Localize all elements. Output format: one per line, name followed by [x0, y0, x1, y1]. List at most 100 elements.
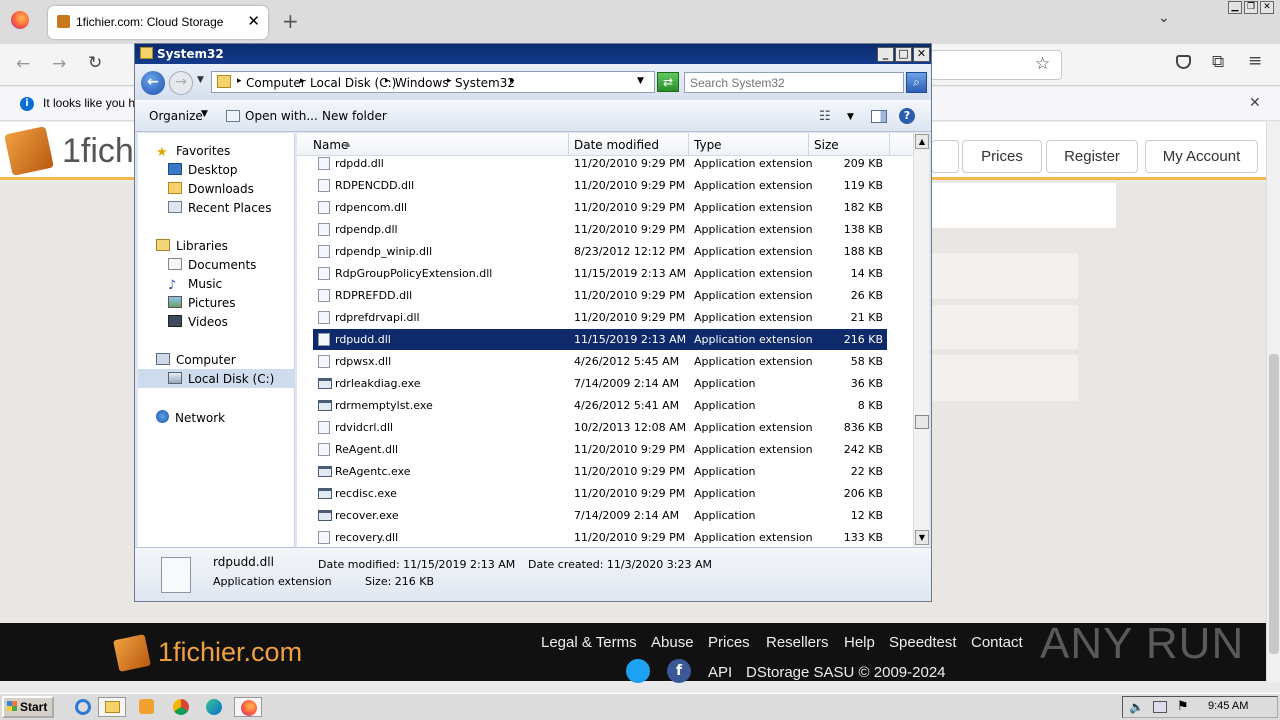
nav-local-disk[interactable]: Local Disk (C:) [168, 372, 274, 386]
nav-music[interactable]: ♪ Music [168, 277, 222, 292]
search-input[interactable] [684, 72, 904, 93]
file-row[interactable]: recover.exe 7/14/2009 2:14 AM Application 1… [313, 505, 887, 526]
media-player-icon[interactable] [133, 697, 161, 717]
column-header-name[interactable]: Name [313, 138, 348, 152]
nav-documents[interactable]: Documents [168, 258, 256, 272]
nav-libraries[interactable]: Libraries [156, 239, 228, 253]
explorer-title-bar[interactable]: System32 _ □ ✕ [135, 44, 931, 64]
file-row[interactable]: rdpdd.dll 11/20/2010 9:29 PM Application e… [313, 156, 887, 174]
explorer-taskbar-icon[interactable] [98, 697, 126, 717]
breadcrumb-windows[interactable]: Windows [395, 76, 449, 90]
taskbar-clock[interactable]: 9:45 AM [1208, 700, 1248, 712]
address-dropdown-icon[interactable]: ▼ [637, 76, 644, 86]
twitter-icon[interactable] [626, 659, 650, 683]
new-tab-icon[interactable]: + [282, 9, 299, 33]
preview-pane-icon[interactable] [871, 110, 887, 123]
organize-button[interactable]: Organize [149, 109, 203, 123]
breadcrumb-separator-icon[interactable]: ▸ [385, 76, 390, 86]
footer-link-legal[interactable]: Legal & Terms [541, 634, 637, 651]
search-icon[interactable]: ⌕ [906, 72, 927, 93]
edge-icon[interactable] [200, 697, 228, 717]
file-row[interactable]: rdprefdrvapi.dll 11/20/2010 9:29 PM Applic… [313, 307, 887, 328]
nav-recent-places[interactable]: Recent Places [168, 201, 271, 215]
nav-prices-button[interactable]: Prices [962, 140, 1042, 173]
column-divider[interactable] [688, 133, 689, 156]
scroll-up-arrow-icon[interactable]: ▲ [915, 134, 929, 149]
nav-downloads[interactable]: Downloads [168, 182, 254, 196]
column-divider[interactable] [568, 133, 569, 156]
file-row[interactable]: recdisc.exe 11/20/2010 9:29 PM Application… [313, 483, 887, 504]
file-row[interactable]: RDPENCDD.dll 11/20/2010 9:29 PM Applicatio… [313, 175, 887, 196]
nav-my-account-button[interactable]: My Account [1145, 140, 1258, 173]
url-bar[interactable]: ☆ [930, 50, 1062, 80]
nav-videos[interactable]: Videos [168, 315, 228, 329]
scrollbar-thumb[interactable] [915, 415, 929, 429]
window-restore-icon[interactable]: ❐ [1244, 1, 1258, 14]
tab-list-chevron-icon[interactable]: ⌄ [1158, 10, 1170, 26]
pocket-icon[interactable] [1176, 55, 1191, 69]
scroll-down-arrow-icon[interactable]: ▼ [915, 530, 929, 545]
back-arrow-icon[interactable]: ← [16, 54, 30, 74]
start-button[interactable]: Start [2, 696, 54, 718]
breadcrumb-local-disk[interactable]: Local Disk (C:) [310, 76, 396, 90]
column-divider[interactable] [889, 133, 890, 156]
breadcrumb-computer[interactable]: Computer [246, 76, 306, 90]
nav-network[interactable]: Network [156, 410, 225, 425]
explorer-minimize-button[interactable]: _ [877, 47, 894, 62]
footer-link-speedtest[interactable]: Speedtest [889, 634, 957, 651]
view-options-chevron-icon[interactable]: ▼ [847, 112, 854, 122]
notification-close-icon[interactable]: ✕ [1249, 95, 1261, 111]
file-row[interactable]: rdpencom.dll 11/20/2010 9:29 PM Applicatio… [313, 197, 887, 218]
breadcrumb-separator-icon[interactable]: ▸ [237, 76, 242, 86]
facebook-icon[interactable]: f [667, 659, 691, 683]
file-row[interactable]: rdpendp_winip.dll 8/23/2012 12:12 PM Appli… [313, 241, 887, 262]
file-row[interactable]: recovery.dll 11/20/2010 9:29 PM Applicatio… [313, 527, 887, 547]
column-divider[interactable] [808, 133, 809, 156]
window-minimize-icon[interactable]: ▁ [1228, 1, 1242, 14]
file-row[interactable]: rdvidcrl.dll 10/2/2013 12:08 AM Applicatio… [313, 417, 887, 438]
new-folder-button[interactable]: New folder [322, 109, 387, 123]
network-tray-icon[interactable] [1153, 701, 1167, 713]
file-row[interactable]: RdpGroupPolicyExtension.dll 11/15/2019 2:… [313, 263, 887, 284]
extensions-icon[interactable]: ⧉ [1212, 52, 1224, 72]
breadcrumb-separator-icon[interactable]: ▸ [510, 76, 515, 86]
footer-api-link[interactable]: API [708, 664, 732, 681]
bookmark-star-icon[interactable]: ☆ [1035, 54, 1050, 74]
close-tab-icon[interactable]: ✕ [247, 12, 260, 30]
site-logo-text[interactable]: 1fich [62, 132, 134, 171]
file-list-scrollbar[interactable]: ▲ ▼ [913, 133, 929, 547]
file-row[interactable]: rdrleakdiag.exe 7/14/2009 2:14 AM Applicat… [313, 373, 887, 394]
view-options-icon[interactable]: ☷ [819, 109, 831, 124]
window-close-icon[interactable]: ✕ [1260, 1, 1274, 14]
footer-link-contact[interactable]: Contact [971, 634, 1023, 651]
footer-link-abuse[interactable]: Abuse [651, 634, 694, 651]
breadcrumb-separator-icon[interactable]: ▸ [300, 76, 305, 86]
file-row[interactable]: rdpendp.dll 11/20/2010 9:29 PM Application… [313, 219, 887, 240]
firefox-taskbar-icon[interactable] [234, 697, 262, 717]
forward-arrow-icon[interactable]: → [52, 54, 66, 74]
page-scrollbar[interactable] [1266, 122, 1280, 682]
menu-icon[interactable]: ≡ [1248, 51, 1262, 71]
breadcrumb-system32[interactable]: System32 [455, 76, 515, 90]
file-row[interactable]: rdpudd.dll 11/15/2019 2:13 AM Application … [313, 329, 887, 350]
explorer-close-button[interactable]: ✕ [913, 47, 930, 62]
nav-favorites[interactable]: ★ Favorites [156, 144, 230, 159]
footer-link-help[interactable]: Help [844, 634, 875, 651]
volume-icon[interactable]: 🔈 [1129, 700, 1144, 714]
action-center-flag-icon[interactable]: ⚑ [1177, 699, 1189, 714]
site-nav-partial-button[interactable] [931, 140, 959, 173]
nav-desktop[interactable]: Desktop [168, 163, 238, 177]
footer-link-prices[interactable]: Prices [708, 634, 750, 651]
file-row[interactable]: ReAgent.dll 11/20/2010 9:29 PM Application… [313, 439, 887, 460]
refresh-icon[interactable]: ⇄ [657, 72, 679, 92]
nav-register-button[interactable]: Register [1046, 140, 1138, 173]
breadcrumb-separator-icon[interactable]: ▸ [447, 76, 452, 86]
footer-logo-text[interactable]: 1fichier.com [158, 637, 302, 668]
column-header-size[interactable]: Size [814, 138, 839, 152]
recent-pages-chevron-icon[interactable]: ▼ [197, 75, 204, 85]
reload-icon[interactable]: ↻ [88, 53, 102, 73]
open-with-button[interactable]: Open with... [245, 109, 318, 123]
file-row[interactable]: rdrmemptylst.exe 4/26/2012 5:41 AM Applica… [313, 395, 887, 416]
footer-link-resellers[interactable]: Resellers [766, 634, 829, 651]
forward-button-icon[interactable]: → [169, 71, 193, 95]
